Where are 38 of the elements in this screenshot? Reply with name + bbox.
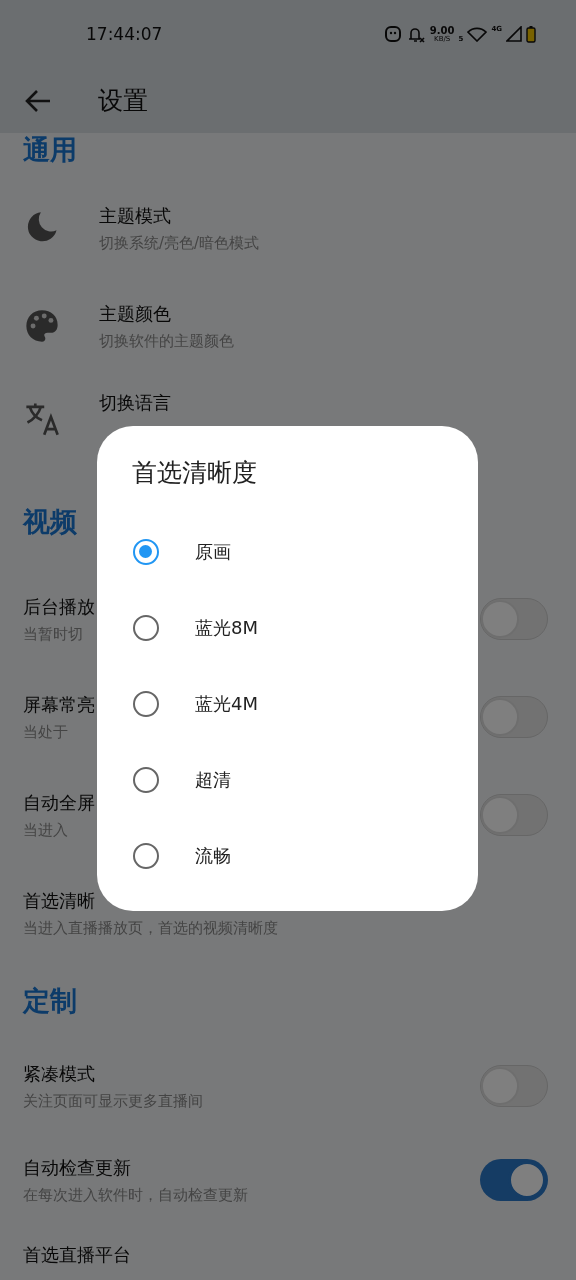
quality-option[interactable]: 蓝光8M xyxy=(97,590,478,666)
setting-title[interactable]: 首选直播平台 xyxy=(23,1243,131,1267)
face-icon xyxy=(383,25,402,43)
signal-icon xyxy=(506,26,522,42)
dialog-title: 首选清晰度 xyxy=(132,457,257,489)
radio-button[interactable] xyxy=(133,691,159,717)
setting-title[interactable]: 屏幕常亮 xyxy=(23,692,95,717)
setting-title[interactable]: 切换语言 xyxy=(99,391,171,415)
radio-button[interactable] xyxy=(133,843,159,869)
status-time: 17:44:07 xyxy=(86,24,164,44)
back-icon[interactable] xyxy=(24,88,52,113)
toggle-switch[interactable] xyxy=(480,1159,548,1201)
radio-button[interactable] xyxy=(133,539,159,565)
section-heading: 通用 xyxy=(23,133,77,167)
page-title: 设置 xyxy=(98,85,148,117)
setting-title[interactable]: 主题模式 xyxy=(99,203,171,228)
radio-button[interactable] xyxy=(133,615,159,641)
section-heading: 视频 xyxy=(23,504,77,539)
section-heading: 定制 xyxy=(23,983,77,1018)
setting-title[interactable]: 后台播放 xyxy=(23,594,95,619)
wifi-icon xyxy=(467,26,488,42)
palette-icon xyxy=(23,307,61,345)
quality-option[interactable]: 流畅 xyxy=(97,818,478,894)
setting-title[interactable]: 自动全屏 xyxy=(23,790,95,815)
radio-button[interactable] xyxy=(133,767,159,793)
toggle-switch[interactable] xyxy=(480,794,548,836)
battery-icon xyxy=(526,25,536,43)
network-speed: 9.00 xyxy=(429,25,455,36)
setting-title[interactable]: 自动检查更新 xyxy=(23,1155,131,1180)
toggle-switch[interactable] xyxy=(480,1065,548,1107)
quality-option[interactable]: 蓝光4M xyxy=(97,666,478,742)
toggle-switch[interactable] xyxy=(480,598,548,640)
toggle-switch[interactable] xyxy=(480,696,548,738)
setting-title[interactable]: 紧凑模式 xyxy=(23,1061,95,1086)
quality-option[interactable]: 原画 xyxy=(97,514,478,590)
setting-title[interactable]: 主题颜色 xyxy=(99,301,171,326)
quality-option[interactable]: 超清 xyxy=(97,742,478,818)
setting-title[interactable]: 首选清晰 xyxy=(23,888,95,913)
